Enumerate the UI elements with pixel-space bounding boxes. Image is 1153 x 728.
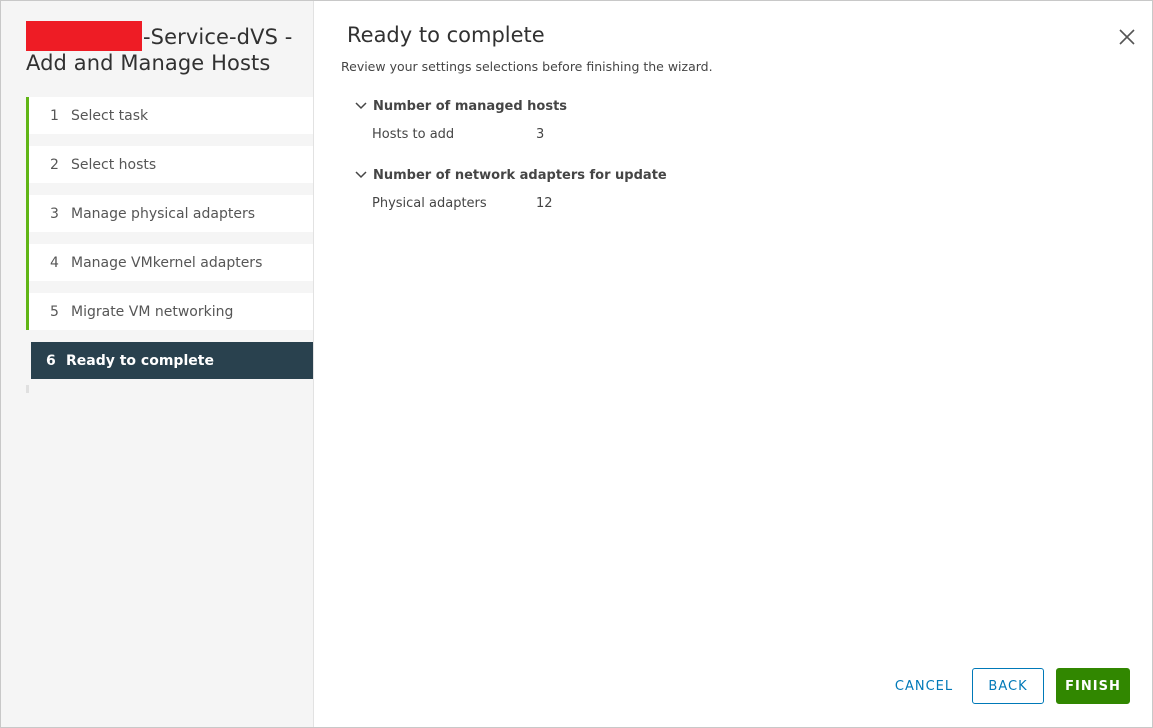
redacted-name [26, 21, 142, 51]
step-number: 1 [50, 107, 59, 124]
wizard-title-line2: Add and Manage Hosts [26, 51, 271, 75]
step-list: 1 Select task 2 Select hosts 3 Manage ph… [26, 97, 313, 391]
row-key: Physical adapters [372, 196, 487, 211]
step-label: Select task [71, 107, 149, 124]
finish-button[interactable]: FINISH [1056, 668, 1130, 704]
page-title: Ready to complete [347, 23, 545, 47]
close-button[interactable] [1117, 27, 1137, 47]
section-heading: Number of network adapters for update [373, 167, 667, 183]
page-subtitle: Review your settings selections before f… [341, 59, 713, 74]
section-network-adapters: Number of network adapters for update [354, 166, 667, 184]
back-button[interactable]: BACK [972, 668, 1044, 704]
row-value: 12 [536, 196, 553, 211]
step-label: Manage VMkernel adapters [71, 254, 263, 271]
row-value: 3 [536, 127, 545, 142]
step-ready-to-complete[interactable]: 6 Ready to complete [31, 342, 313, 379]
chevron-down-icon [355, 102, 367, 110]
step-rail-end [26, 385, 29, 393]
step-manage-physical-adapters[interactable]: 3 Manage physical adapters [26, 195, 313, 244]
section-managed-hosts: Number of managed hosts [354, 97, 567, 115]
step-label: Ready to complete [66, 352, 214, 369]
step-label: Manage physical adapters [71, 205, 255, 222]
step-number: 5 [50, 303, 59, 320]
section-heading: Number of managed hosts [373, 98, 568, 114]
cancel-button[interactable]: CANCEL [886, 668, 962, 704]
step-migrate-vm-networking[interactable]: 5 Migrate VM networking [26, 293, 313, 330]
step-number: 4 [50, 254, 59, 271]
step-manage-vmkernel-adapters[interactable]: 4 Manage VMkernel adapters [26, 244, 313, 293]
close-icon [1119, 29, 1135, 45]
chevron-down-icon [355, 171, 367, 179]
wizard-title: -Service-dVS - Add and Manage Hosts [26, 21, 306, 76]
wizard-title-suffix: -Service-dVS - [143, 25, 293, 49]
step-label: Select hosts [71, 156, 157, 173]
summary-row-physical-adapters: Physical adapters 12 [372, 196, 553, 211]
step-number: 6 [46, 352, 56, 369]
step-select-hosts[interactable]: 2 Select hosts [26, 146, 313, 195]
step-select-task[interactable]: 1 Select task [26, 97, 313, 146]
wizard-dialog: -Service-dVS - Add and Manage Hosts 1 Se… [0, 0, 1153, 728]
step-number: 2 [50, 156, 59, 173]
section-toggle[interactable]: Number of managed hosts [354, 97, 567, 115]
wizard-step-nav: -Service-dVS - Add and Manage Hosts 1 Se… [1, 1, 314, 727]
step-label: Migrate VM networking [71, 303, 234, 320]
section-toggle[interactable]: Number of network adapters for update [354, 166, 667, 184]
summary-row-hosts-to-add: Hosts to add 3 [372, 127, 544, 142]
row-key: Hosts to add [372, 127, 455, 142]
step-number: 3 [50, 205, 59, 222]
